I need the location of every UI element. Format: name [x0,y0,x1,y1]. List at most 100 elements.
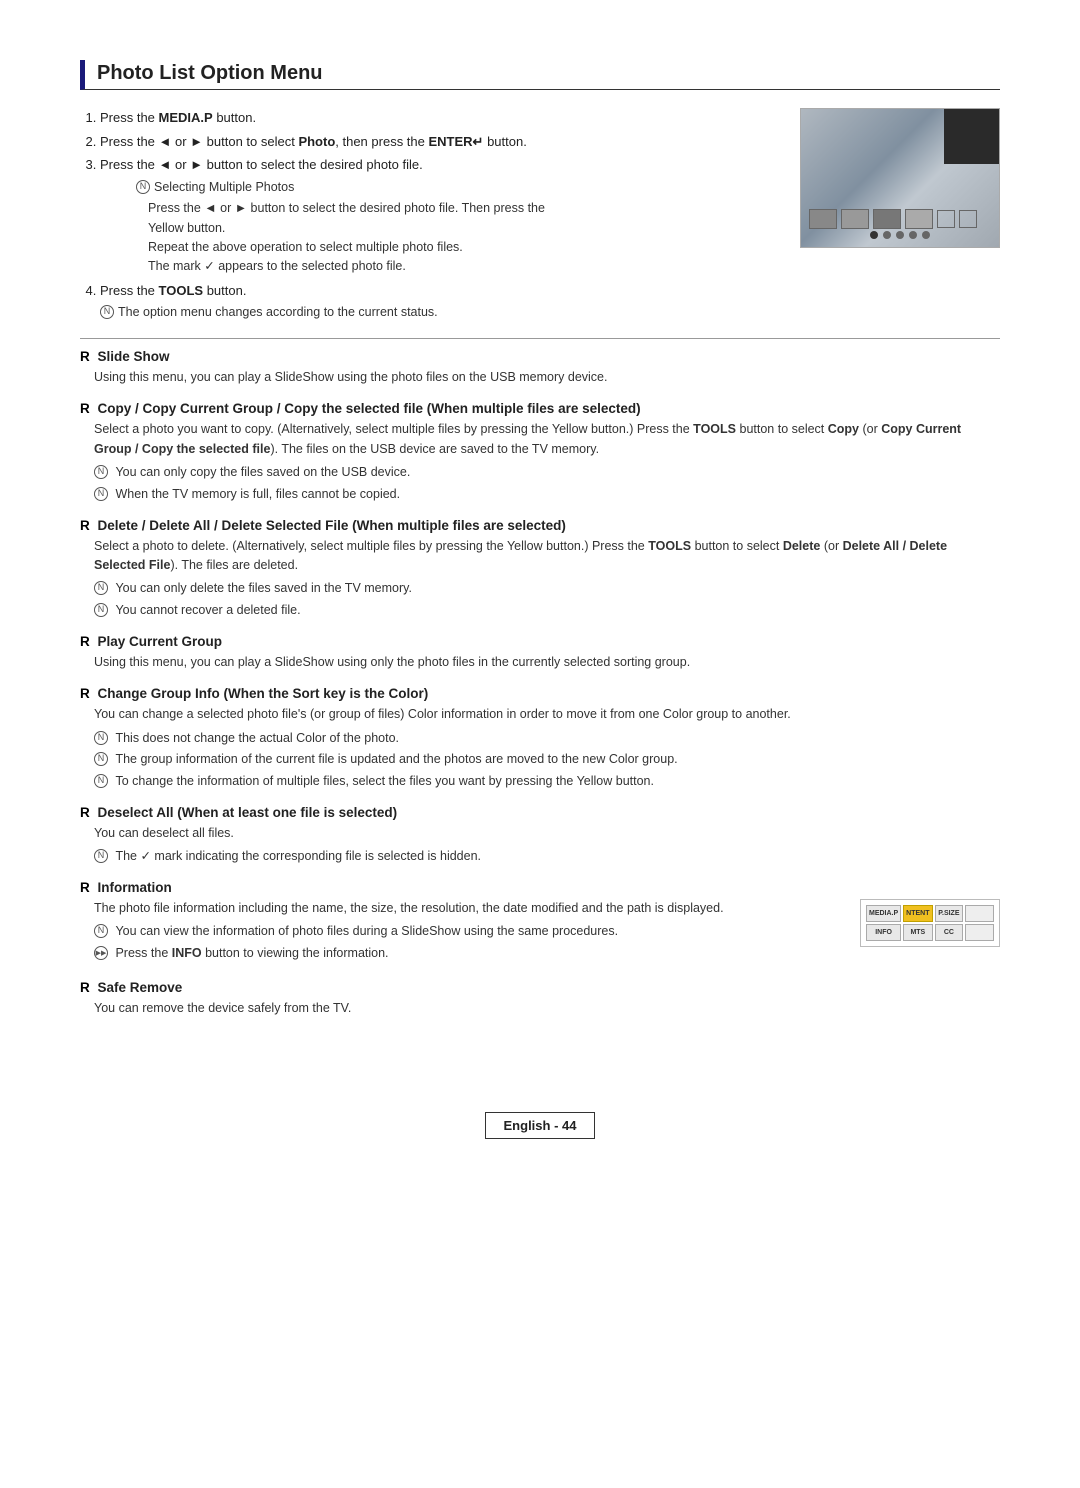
info-body: The photo file information including the… [94,899,840,918]
remote-buttons-grid: MEDIA.P NTENT P.SIZE INFO MTS CC [866,905,994,941]
delete-note-1: N You can only delete the files saved in… [94,579,1000,598]
info-title: Information [98,880,172,895]
note-icon-copy-2: N [94,487,108,501]
deselect-body: You can deselect all files. [94,824,1000,843]
note-icon-step4: N [100,305,114,319]
note-icon-change-3: N [94,774,108,788]
section-deselect-header: R Deselect All (When at least one file i… [80,805,1000,820]
section-deselect: R Deselect All (When at least one file i… [80,805,1000,866]
footer: English - 44 [80,1112,1000,1139]
remote-control-image: MEDIA.P NTENT P.SIZE INFO MTS CC [860,899,1000,947]
copy-note-1: N You can only copy the files saved on t… [94,463,1000,482]
arrow-icon-info: ▶ [94,946,108,960]
note-icon-change-1: N [94,731,108,745]
copy-body: Select a photo you want to copy. (Altern… [94,420,1000,459]
section-slide-show: R Slide Show Using this menu, you can pl… [80,349,1000,387]
section-play-current: R Play Current Group Using this menu, yo… [80,634,1000,672]
selecting-multiple-title: Selecting Multiple Photos [154,178,294,197]
instructions-section: Press the MEDIA.P button. Press the ◄ or… [80,108,780,328]
note-icon-info-1: N [94,924,108,938]
info-note-2: ▶ Press the INFO button to viewing the i… [94,944,840,963]
section-change-group-header: R Change Group Info (When the Sort key i… [80,686,1000,701]
section-safe-remove: R Safe Remove You can remove the device … [80,980,1000,1018]
safe-title: Safe Remove [98,980,183,995]
slide-show-body: Using this menu, you can play a SlideSho… [94,368,1000,387]
change-note-3: N To change the information of multiple … [94,772,1000,791]
remote-btn-info: INFO [866,924,901,941]
delete-note-2: N You cannot recover a deleted file. [94,601,1000,620]
tools-bold: TOOLS [159,283,204,298]
sm-line1: Press the ◄ or ► button to select the de… [148,199,780,218]
footer-label: English - 44 [485,1112,596,1139]
change-note-1: N This does not change the actual Color … [94,729,1000,748]
sm-line2: Yellow button. [148,219,780,238]
delete-body: Select a photo to delete. (Alternatively… [94,537,1000,576]
enter-bold: ENTER↵ [429,134,484,149]
safe-body: You can remove the device safely from th… [94,999,1000,1018]
play-title: Play Current Group [98,634,223,649]
slide-show-title: Slide Show [98,349,170,364]
photo-bold: Photo [298,134,335,149]
change-group-body: You can change a selected photo file's (… [94,705,1000,724]
divider-1 [80,338,1000,339]
sm-line3: Repeat the above operation to select mul… [148,238,780,257]
section-delete: R Delete / Delete All / Delete Selected … [80,518,1000,620]
photo-preview-dark-box [944,109,999,164]
section-safe-header: R Safe Remove [80,980,1000,995]
deselect-title: Deselect All (When at least one file is … [98,805,398,820]
info-body-area: The photo file information including the… [80,899,840,966]
section-change-group: R Change Group Info (When the Sort key i… [80,686,1000,791]
section-play-header: R Play Current Group [80,634,1000,649]
remote-btn-psize: P.SIZE [935,905,964,922]
copy-note-2-text: When the TV memory is full, files cannot… [112,485,400,504]
section-copy-header: R Copy / Copy Current Group / Copy the s… [80,401,1000,416]
copy-note-2: N When the TV memory is full, files cann… [94,485,1000,504]
change-note-2-text: The group information of the current fil… [112,750,678,769]
note-icon-delete-1: N [94,581,108,595]
bottom-spacer [80,1032,1000,1092]
note-icon-delete-2: N [94,603,108,617]
selecting-multiple-block: N Selecting Multiple Photos Press the ◄ … [136,178,780,277]
remote-btn-mts: MTS [903,924,932,941]
r-bullet-change: R [80,686,90,701]
remote-btn-empty2 [965,924,994,941]
step-2: Press the ◄ or ► button to select Photo,… [100,132,780,152]
note-icon-deselect-1: N [94,849,108,863]
sm-body: Press the ◄ or ► button to select the de… [148,199,780,277]
dot-5 [922,231,930,239]
info-note-1-text: You can view the information of photo fi… [112,922,618,941]
remote-btn-cc: CC [935,924,964,941]
r-bullet-play: R [80,634,90,649]
remote-btn-mediap: MEDIA.P [866,905,901,922]
section-copy: R Copy / Copy Current Group / Copy the s… [80,401,1000,503]
photo-preview-dots [870,231,930,239]
change-group-title: Change Group Info (When the Sort key is … [98,686,429,701]
step-4: Press the TOOLS button. N The option men… [100,281,780,322]
info-note-1: N You can view the information of photo … [94,922,840,941]
r-bullet-deselect: R [80,805,90,820]
r-bullet-info: R [80,880,90,895]
change-note-1-text: This does not change the actual Color of… [112,729,399,748]
section-information: R Information The photo file information… [80,880,1000,966]
delete-title: Delete / Delete All / Delete Selected Fi… [98,518,566,533]
change-note-3-text: To change the information of multiple fi… [112,772,654,791]
remote-btn-ntent: NTENT [903,905,932,922]
photo-preview-image [800,108,1000,248]
dot-3 [896,231,904,239]
step4-note-text: The option menu changes according to the… [118,303,438,322]
remote-btn-empty1 [965,905,994,922]
delete-note-1-text: You can only delete the files saved in t… [112,579,412,598]
page-title: Photo List Option Menu [80,60,1000,90]
r-bullet: R [80,349,90,364]
photo-preview-inner [801,109,999,247]
info-note-2-text: Press the INFO button to viewing the inf… [112,944,389,963]
deselect-note-1-text: The ✓ mark indicating the corresponding … [112,847,481,866]
note-icon-copy-1: N [94,465,108,479]
copy-title: Copy / Copy Current Group / Copy the sel… [98,401,641,416]
dot-4 [909,231,917,239]
section-info-header: R Information [80,880,1000,895]
r-bullet-copy: R [80,401,90,416]
mediap-bold: MEDIA.P [159,110,213,125]
copy-note-1-text: You can only copy the files saved on the… [112,463,410,482]
change-note-2: N The group information of the current f… [94,750,1000,769]
